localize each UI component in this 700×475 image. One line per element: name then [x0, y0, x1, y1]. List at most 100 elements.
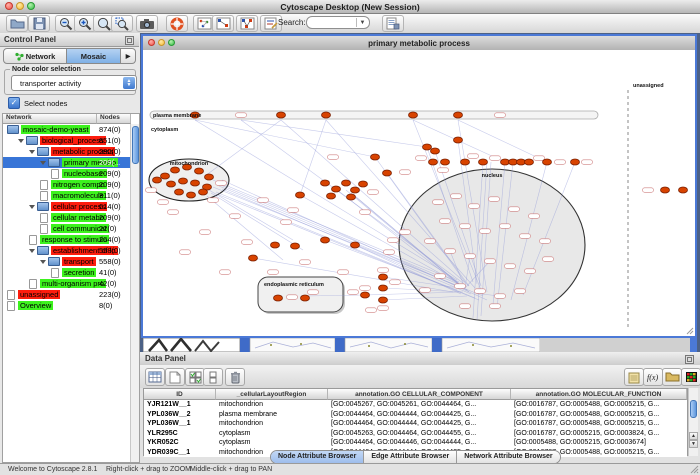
tab-edge-attribute-browser[interactable]: Edge Attribute Browser [364, 451, 457, 463]
select-nodes-checkbox[interactable]: ✓ [8, 97, 20, 109]
network-node-label[interactable] [515, 289, 526, 294]
network-node-label[interactable] [529, 214, 540, 219]
tab-mosaic[interactable]: Mosaic [67, 48, 121, 64]
network-node[interactable] [167, 181, 176, 187]
network-node-label[interactable] [451, 194, 462, 199]
network-node-label[interactable] [242, 240, 253, 245]
network-node-label[interactable] [287, 295, 298, 300]
network-node-label[interactable] [540, 239, 551, 244]
network-node-label[interactable] [400, 230, 411, 235]
tree-row[interactable]: response to stimulu264(0) [3, 234, 131, 245]
network-node-label[interactable] [543, 257, 554, 262]
help-button[interactable] [166, 15, 188, 32]
network-node-label[interactable] [425, 239, 436, 244]
tree-row[interactable]: establishment of lo558(0) [3, 245, 131, 256]
tree-row[interactable]: secretion41(0) [3, 267, 131, 278]
tree-row[interactable]: cellular metabo209(0) [3, 212, 131, 223]
network-node[interactable] [171, 167, 180, 173]
tree-row[interactable]: macromolecule311(0) [3, 190, 131, 201]
network-node[interactable] [205, 174, 214, 180]
network-node-label[interactable] [490, 304, 501, 309]
network-node[interactable] [543, 159, 552, 165]
tree-row[interactable]: biological_process651(0) [3, 135, 131, 146]
snapshot-button[interactable] [136, 15, 158, 32]
network-node-label[interactable] [220, 270, 231, 275]
network-node-label[interactable] [378, 306, 389, 311]
network-node-label[interactable] [525, 269, 536, 274]
network-node[interactable] [332, 186, 341, 192]
network-node-label[interactable] [378, 268, 389, 273]
network-view-button-3[interactable] [236, 15, 258, 32]
network-node-label[interactable] [489, 197, 500, 202]
network-node-label[interactable] [308, 290, 319, 295]
table-row[interactable]: YKR052Ccytoplasm[GO:0044464, GO:0044446,… [144, 438, 687, 448]
network-node[interactable] [175, 189, 184, 195]
tree-row[interactable]: primary metabo209(... [3, 157, 131, 168]
dropdown-stepper-icon[interactable]: ▲▼ [123, 77, 135, 89]
network-node-label[interactable] [490, 156, 501, 161]
network-node-label[interactable] [495, 294, 506, 299]
tree-row[interactable]: metabolic process280(0) [3, 146, 131, 157]
network-node[interactable] [379, 285, 388, 291]
network-node-label[interactable] [400, 170, 411, 175]
network-node-label[interactable] [216, 181, 227, 186]
window-resize-grip[interactable] [690, 465, 699, 474]
network-node-label[interactable] [288, 208, 299, 213]
tree-row[interactable]: nitrogen compo209(0) [3, 179, 131, 190]
network-node[interactable] [296, 192, 305, 198]
network-node-label[interactable] [469, 204, 480, 209]
network-node[interactable] [679, 187, 688, 193]
tree-row[interactable]: multi-organism pro42(0) [3, 278, 131, 289]
col-header-molecular-function[interactable]: annotation.GO MOLECULAR_FUNCTION [511, 389, 687, 400]
network-node[interactable] [383, 170, 392, 176]
tree-row[interactable]: nucleobase-209(0) [3, 168, 131, 179]
save-attributes-button[interactable] [382, 15, 404, 32]
tree-row[interactable]: cellular process614(0) [3, 201, 131, 212]
network-node-label[interactable] [500, 224, 511, 229]
network-node-label[interactable] [384, 250, 395, 255]
network-node[interactable] [195, 168, 204, 174]
network-node[interactable] [277, 112, 286, 118]
network-node-label[interactable] [555, 160, 566, 165]
expand-arrow-icon[interactable] [29, 249, 35, 253]
function-builder-button[interactable]: f(x) [643, 368, 663, 386]
delete-attribute-button[interactable] [225, 368, 245, 386]
network-node-label[interactable] [200, 230, 211, 235]
network-node-label[interactable] [208, 198, 219, 203]
network-window[interactable]: primary metabolic process plasma membran… [141, 34, 697, 338]
network-node-label[interactable] [236, 113, 247, 118]
expand-arrow-icon[interactable] [18, 139, 24, 143]
network-node[interactable] [351, 242, 360, 248]
scroll-down-button[interactable]: ▼ [689, 440, 698, 448]
tab-network[interactable]: Network [3, 48, 67, 64]
save-session-button[interactable] [28, 15, 50, 32]
network-node[interactable] [371, 154, 380, 160]
network-node[interactable] [161, 173, 170, 179]
attribute-browser-mode-button[interactable] [145, 368, 165, 386]
select-attributes-button[interactable] [185, 368, 205, 386]
network-node-label[interactable] [146, 188, 157, 193]
network-window-titlebar[interactable]: primary metabolic process [143, 36, 695, 51]
network-node[interactable] [441, 159, 450, 165]
zoom-fit-button[interactable] [111, 15, 133, 32]
table-row[interactable]: YPL036W__2plasma membrane[GO:0044464, GO… [144, 410, 687, 420]
network-node-label[interactable] [328, 155, 339, 160]
tab-overflow-arrow[interactable]: ▶ [121, 48, 136, 64]
network-node[interactable] [409, 112, 418, 118]
network-node-label[interactable] [643, 188, 654, 193]
network-node[interactable] [199, 189, 208, 195]
unselect-attributes-button[interactable] [203, 368, 223, 386]
table-scrollbar[interactable]: ▲ ▼ [688, 388, 698, 456]
network-node-label[interactable] [468, 154, 479, 159]
tree-row[interactable]: transport558(0) [3, 256, 131, 267]
tree-scrollbar-thumb[interactable] [132, 126, 139, 164]
network-node-label[interactable] [475, 289, 486, 294]
network-node[interactable] [191, 180, 200, 186]
table-row[interactable]: YJR121W__1mitochondrion[GO:0045267, GO:0… [144, 400, 687, 410]
network-node[interactable] [423, 144, 432, 150]
canvas-resize-grip[interactable] [687, 328, 693, 334]
network-node[interactable] [322, 112, 331, 118]
tree-row[interactable]: unassigned223(0) [3, 289, 131, 300]
network-node-label[interactable] [158, 200, 169, 205]
network-node-label[interactable] [388, 238, 399, 243]
